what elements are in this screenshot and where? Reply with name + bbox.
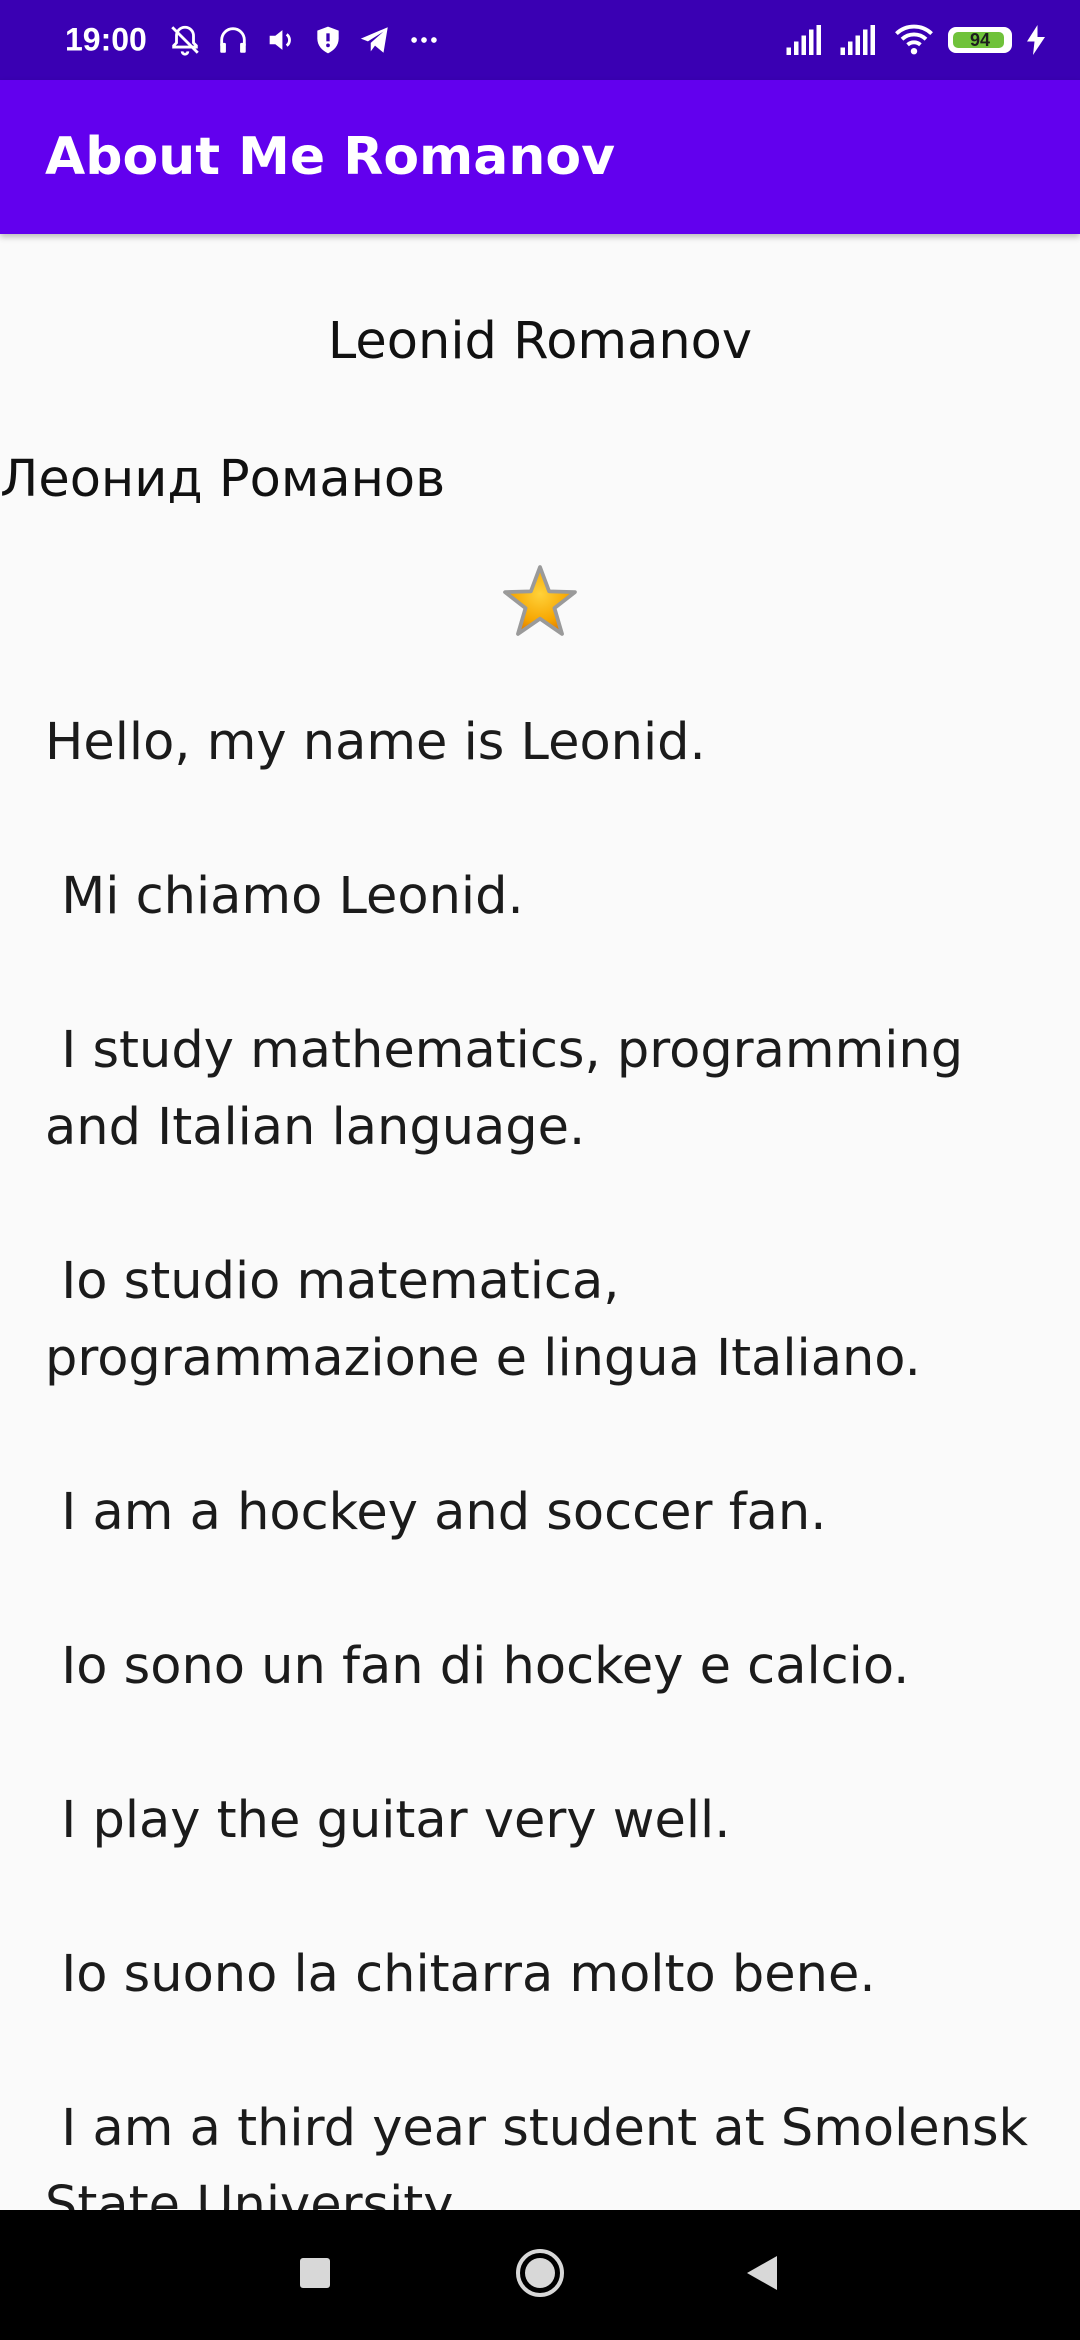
- app-title: About Me Romanov: [45, 127, 615, 187]
- signal-icon: [840, 25, 880, 55]
- status-bar: 19:00 94: [0, 0, 1080, 80]
- headphones-icon: [216, 23, 250, 57]
- bell-off-icon: [168, 23, 202, 57]
- status-left-icons: [168, 23, 442, 57]
- recents-button[interactable]: [298, 2256, 332, 2294]
- volume-icon: [264, 23, 298, 57]
- battery-icon: 94: [948, 27, 1012, 53]
- signal-icon: [786, 25, 826, 55]
- navigation-bar: [0, 2210, 1080, 2340]
- scroll-content[interactable]: Leonid Romanov Леонид Романов Hello, my …: [0, 234, 1080, 2210]
- name-text: Leonid Romanov: [327, 312, 753, 371]
- battery-level: 94: [969, 30, 991, 50]
- triangle-back-icon: [747, 2256, 777, 2290]
- nickname-text: Леонид Романов: [0, 450, 446, 509]
- status-time: 19:00: [65, 21, 147, 58]
- circle-icon: [516, 2249, 564, 2297]
- square-icon: [300, 2258, 330, 2288]
- home-button[interactable]: [514, 2247, 566, 2303]
- shield-icon: [312, 23, 344, 57]
- wifi-icon: [894, 24, 934, 56]
- bio-text: Hello, my name is Leonid. Mi chiamo Leon…: [45, 713, 1029, 2210]
- status-right-icons: 94: [786, 24, 1046, 56]
- telegram-icon: [358, 23, 392, 57]
- star-icon: [502, 564, 578, 640]
- app-bar: About Me Romanov: [0, 80, 1080, 234]
- charging-icon: [1026, 25, 1046, 55]
- more-icon: [406, 23, 442, 57]
- back-button[interactable]: [745, 2254, 779, 2296]
